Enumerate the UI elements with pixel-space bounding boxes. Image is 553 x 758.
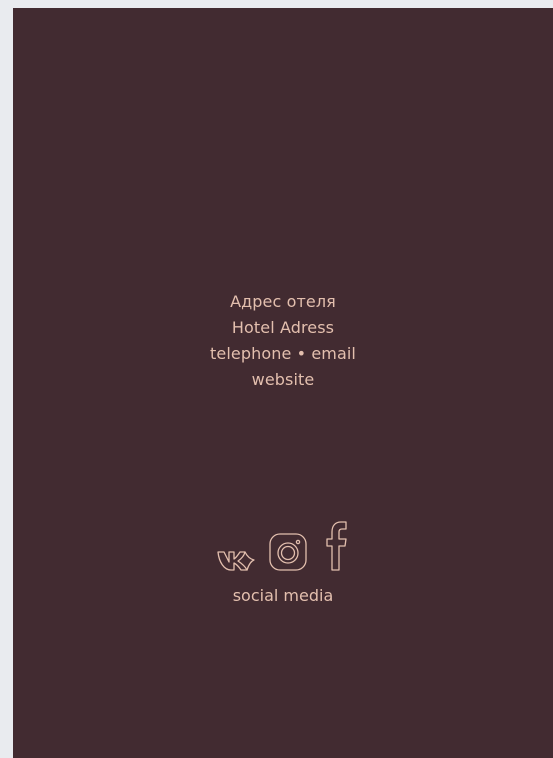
instagram-icon[interactable] [266, 530, 312, 572]
social-block: social media [13, 520, 553, 609]
vk-icon[interactable] [216, 546, 256, 572]
social-icons [13, 520, 553, 572]
social-media-label: social media [232, 586, 334, 605]
brochure-page: Адрес отеля Hotel Adress telephone • ema… [13, 8, 553, 758]
hotel-address-en: Hotel Adress [231, 318, 335, 337]
hotel-address-ru: Адрес отеля [230, 292, 336, 311]
contact-line: telephone • email [210, 344, 356, 363]
website-line: website [251, 370, 315, 389]
hotel-contact-block: Адрес отеля Hotel Adress telephone • ema… [13, 289, 553, 393]
facebook-icon[interactable] [322, 520, 350, 572]
